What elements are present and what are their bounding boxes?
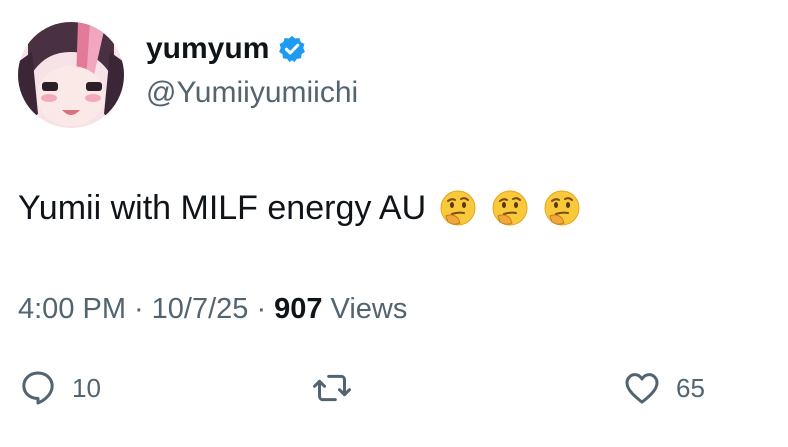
- retweet-icon: [313, 374, 351, 402]
- views-label[interactable]: Views: [331, 293, 408, 326]
- avatar[interactable]: [18, 22, 124, 128]
- display-name-text: yumyum: [146, 32, 270, 65]
- verified-badge-icon: [279, 35, 306, 63]
- tweet-text-content: Yumii with MILF energy AU: [18, 188, 427, 227]
- retweet-button[interactable]: [312, 368, 366, 408]
- views-count[interactable]: 907: [274, 293, 322, 326]
- tweet-date[interactable]: 10/7/25: [152, 293, 249, 326]
- reply-icon: [22, 371, 54, 405]
- display-name[interactable]: yumyum: [146, 32, 307, 66]
- handle[interactable]: @Yumiiyumiichi: [146, 76, 358, 110]
- tweet-time[interactable]: 4:00 PM: [18, 293, 126, 326]
- tweet-text: Yumii with MILF energy AU: [18, 188, 582, 228]
- thinking-face-icon: [492, 190, 528, 226]
- meta-separator: ·: [134, 293, 144, 325]
- thinking-face-icon: [440, 190, 476, 226]
- tweet-actions: 10 65: [0, 368, 788, 408]
- reply-count: 10: [72, 372, 101, 403]
- like-button[interactable]: 65: [622, 368, 705, 408]
- reply-button[interactable]: 10: [18, 368, 101, 408]
- heart-icon: [625, 373, 659, 404]
- like-count: 65: [676, 372, 705, 403]
- thinking-face-icon: [544, 190, 580, 226]
- meta-separator: ·: [256, 293, 267, 325]
- tweet-meta: 4:00 PM · 10/7/25 · 907 Views: [18, 293, 407, 326]
- avatar-image: [18, 22, 124, 128]
